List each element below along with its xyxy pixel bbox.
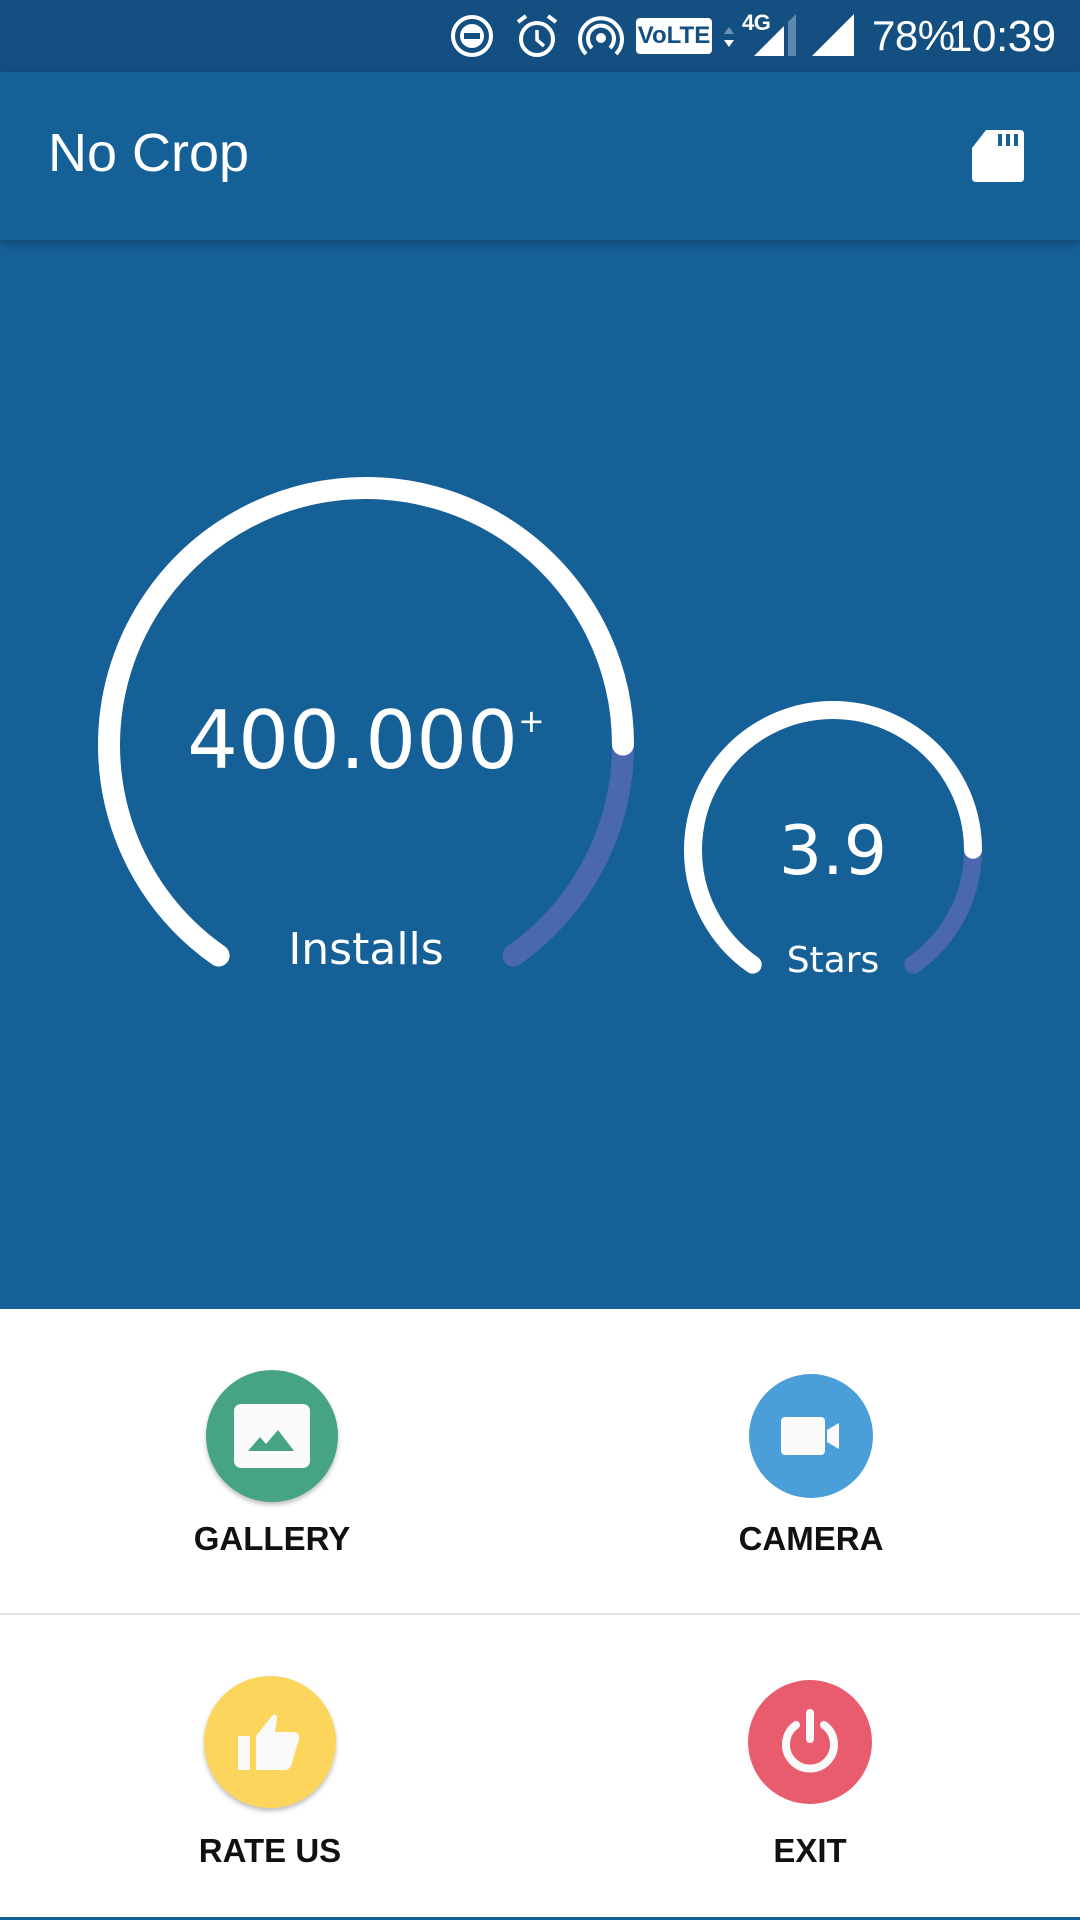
- grid-divider: [0, 1613, 1080, 1615]
- clock: 10:39: [948, 12, 1056, 61]
- exit-label: EXIT: [773, 1832, 847, 1869]
- installs-value: 400.000+: [187, 694, 545, 787]
- status-bar: VoLTE 4G 78% 10:39: [0, 0, 1080, 72]
- stars-value: 3.9: [779, 812, 887, 891]
- data-arrows-icon: [724, 27, 734, 47]
- gallery-button[interactable]: GALLERY: [122, 1370, 422, 1590]
- page-title: No Crop: [48, 123, 250, 183]
- volte-icon: VoLTE: [636, 18, 712, 54]
- rate-us-button[interactable]: RATE US: [120, 1676, 420, 1896]
- rate-us-circle: [204, 1676, 336, 1808]
- camera-circle: [749, 1374, 873, 1498]
- power-icon: [782, 1709, 838, 1773]
- camera-button[interactable]: CAMERA: [661, 1370, 961, 1590]
- do-not-disturb-icon: [451, 15, 493, 57]
- stars-label: Stars: [787, 940, 880, 981]
- alarm-icon: [516, 14, 558, 57]
- rate-us-label: RATE US: [198, 1832, 342, 1869]
- hotspot-icon: [578, 16, 624, 56]
- installs-label: Installs: [288, 924, 443, 975]
- gallery-label: GALLERY: [193, 1520, 351, 1557]
- stats-panel: 400.000+ Installs 3.9 Stars: [0, 240, 1080, 1309]
- sd-card-icon: [972, 130, 1024, 182]
- battery-percent: 78%: [872, 12, 955, 59]
- action-grid: GALLERY CAMERA RATE US EXIT: [0, 1309, 1080, 1920]
- installs-gauge: 400.000+ Installs: [98, 477, 634, 975]
- exit-button[interactable]: EXIT: [660, 1676, 960, 1896]
- camera-label: CAMERA: [738, 1520, 884, 1557]
- videocam-icon: [781, 1417, 839, 1455]
- gallery-circle: [206, 1370, 338, 1502]
- stars-gauge: 3.9 Stars: [684, 701, 982, 981]
- signal-icon: [812, 14, 854, 56]
- image-icon: [234, 1404, 310, 1468]
- storage-button[interactable]: [968, 126, 1028, 186]
- thumb-up-icon: [238, 1714, 300, 1770]
- exit-circle: [748, 1680, 872, 1804]
- app-bar: No Crop: [0, 72, 1080, 240]
- signal-4g-icon: [754, 14, 796, 56]
